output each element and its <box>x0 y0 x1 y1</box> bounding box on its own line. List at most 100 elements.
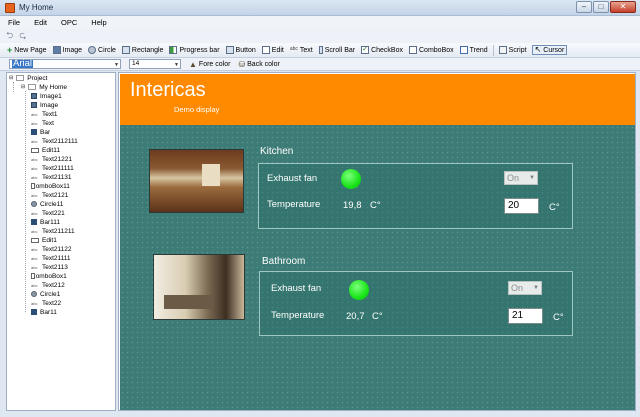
tree-item[interactable]: abc Text21122 <box>31 245 72 253</box>
close-button[interactable]: ✕ <box>610 1 636 13</box>
progress-bar-button[interactable]: Progress bar <box>168 45 220 55</box>
tree-item[interactable]: abc Text22 <box>31 299 61 307</box>
tree-item[interactable]: ComboBox1 <box>31 272 67 280</box>
image-button[interactable]: Image <box>52 45 83 55</box>
back-color-button[interactable]: ⛁ Back color <box>238 60 279 69</box>
edit-icon <box>261 46 270 54</box>
tree-item[interactable]: abc Text21131 <box>31 173 72 181</box>
minimize-button[interactable]: – <box>576 1 592 13</box>
text-icon: abc <box>289 46 298 52</box>
tree-item[interactable]: Edit1 <box>31 236 57 244</box>
tree-guide <box>25 91 26 312</box>
kitchen-setpoint-input[interactable]: 20 <box>504 198 539 214</box>
tree-item[interactable]: ComboBox11 <box>31 182 70 190</box>
kitchen-fan-combobox[interactable]: On ▼ <box>504 171 538 185</box>
bar-icon <box>31 219 37 225</box>
redo-arrow-icon[interactable]: ⮎ <box>19 28 26 44</box>
circle-icon <box>31 291 37 297</box>
fore-color-button[interactable]: ▲ Fore color <box>189 60 230 69</box>
tree-item[interactable]: Edit11 <box>31 146 60 154</box>
chevron-down-icon: ▼ <box>529 175 535 181</box>
tree-item-label: Edit11 <box>42 146 60 154</box>
bar-icon <box>31 129 37 135</box>
tree-item[interactable]: abc Text2113 <box>31 263 68 271</box>
tree-item-label: Text2112111 <box>42 137 78 145</box>
tree-item[interactable]: Bar111 <box>31 218 60 226</box>
text-icon: abc <box>31 138 38 144</box>
tree-item[interactable]: abc Text21111 <box>31 254 71 262</box>
checkbox-button[interactable]: ✓ CheckBox <box>360 45 404 55</box>
kitchen-temperature-unit: C° <box>370 200 381 211</box>
tree-item-label: ComboBox11 <box>31 182 70 190</box>
components-toolbar: + New Page Image Circle Rectangle Progres… <box>0 43 640 58</box>
cursor-button[interactable]: ↖ Cursor <box>531 45 568 55</box>
tree-item[interactable]: abc Text212 <box>31 281 65 289</box>
kitchen-fan-indicator <box>341 169 361 189</box>
maximize-button[interactable]: □ <box>593 1 609 13</box>
scroll-bar-button[interactable]: Scroll Bar <box>318 45 356 55</box>
tree-item-label: Circle1 <box>40 290 61 298</box>
bathroom-photo[interactable] <box>153 254 245 320</box>
edit-button[interactable]: Edit <box>261 45 285 55</box>
tree-item-label: Text22 <box>42 299 62 307</box>
combobox-button[interactable]: ComboBox <box>408 45 455 55</box>
tree-item[interactable]: Circle1 <box>31 290 60 298</box>
tree-item[interactable]: abc Text21221 <box>31 155 72 163</box>
window-title: My Home <box>19 3 54 12</box>
trend-button[interactable]: Trend <box>459 45 489 55</box>
project-tree[interactable]: ⊟ Project ⊟ My Home Image1 Image abc Text1 a… <box>6 72 116 411</box>
tree-item[interactable]: Image1 <box>31 92 62 100</box>
menu-bar: File Edit OPC Help <box>0 16 640 29</box>
bathroom-fan-indicator <box>349 280 369 300</box>
kitchen-fan-label: Exhaust fan <box>267 173 318 184</box>
script-button[interactable]: Script <box>498 45 528 55</box>
menu-help[interactable]: Help <box>91 18 106 27</box>
button-button[interactable]: Button <box>225 45 257 55</box>
tree-item[interactable]: abc Text211211 <box>31 227 75 235</box>
bathroom-temperature-label: Temperature <box>271 310 325 321</box>
kitchen-photo[interactable] <box>149 149 244 213</box>
tree-root-project[interactable]: ⊟ Project <box>9 74 47 82</box>
new-page-button[interactable]: + New Page <box>6 45 48 55</box>
tree-item[interactable]: abc Text211111 <box>31 164 74 172</box>
tree-item-label: Text2121 <box>42 191 69 199</box>
text-button[interactable]: abc Text <box>289 45 314 55</box>
tree-item[interactable]: Image <box>31 101 58 109</box>
tree-item[interactable]: abc Text1 <box>31 110 58 118</box>
image-icon <box>52 46 61 54</box>
kitchen-temperature-label: Temperature <box>267 199 321 210</box>
bathroom-fan-combobox[interactable]: On ▼ <box>508 281 542 295</box>
tree-item[interactable]: abc Text <box>31 119 54 127</box>
undo-redo-bar: ⮌ ⮎ <box>0 29 640 43</box>
tree-item-label: Text21111 <box>42 254 71 262</box>
menu-edit[interactable]: Edit <box>34 18 47 27</box>
header-band: Intericas Demo display <box>120 74 635 125</box>
tree-item-label: Bar <box>40 128 51 136</box>
display-canvas[interactable]: Intericas Demo display Kitchen Exhaust f… <box>118 72 636 411</box>
text-icon: abc <box>31 111 38 117</box>
display-title: Intericas <box>130 79 206 101</box>
tree-item-label: Text212 <box>42 281 65 289</box>
kitchen-title: Kitchen <box>260 146 294 157</box>
tree-item[interactable]: Bar <box>31 128 50 136</box>
tree-item[interactable]: abc Text2121 <box>31 191 68 199</box>
combobox-icon <box>31 183 35 189</box>
tree-item-label: ComboBox1 <box>31 272 67 280</box>
rectangle-button[interactable]: Rectangle <box>121 45 165 55</box>
font-size-select[interactable]: 14 ▼ <box>129 59 181 69</box>
tree-item[interactable]: Circle11 <box>31 200 63 208</box>
tree-page-my-home[interactable]: ⊟ My Home <box>21 83 67 91</box>
undo-arrow-icon[interactable]: ⮌ <box>6 28 13 44</box>
menu-file[interactable]: File <box>8 18 20 27</box>
trend-icon <box>459 46 468 54</box>
tree-item[interactable]: Bar11 <box>31 308 57 316</box>
font-select[interactable]: Arial ▼ <box>9 59 121 69</box>
tree-item[interactable]: abc Text2112111 <box>31 137 78 145</box>
menu-opc[interactable]: OPC <box>61 18 77 27</box>
tree-item-label: Text21122 <box>42 245 72 253</box>
combobox-icon <box>409 46 417 54</box>
bathroom-setpoint-input[interactable]: 21 <box>508 308 543 324</box>
tree-item[interactable]: abc Text221 <box>31 209 65 217</box>
circle-button[interactable]: Circle <box>87 45 117 55</box>
chevron-down-icon: ▼ <box>533 285 539 291</box>
